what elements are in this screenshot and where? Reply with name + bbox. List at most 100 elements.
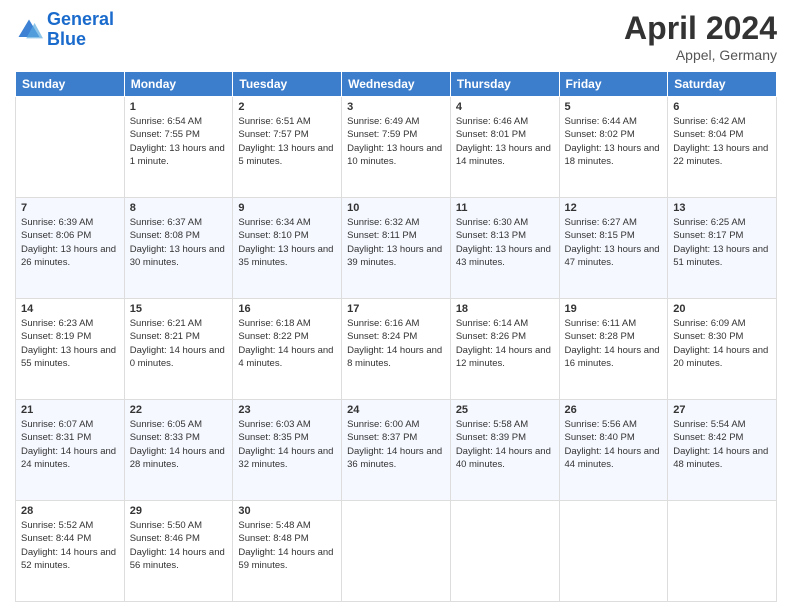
cell-w2-d5: 19 Sunrise: 6:11 AMSunset: 8:28 PMDayligh… <box>559 299 668 400</box>
col-tuesday: Tuesday <box>233 72 342 97</box>
cell-w4-d1: 29Sunrise: 5:50 AMSunset: 8:46 PMDayligh… <box>124 501 233 602</box>
cell-w3-d1: 22Sunrise: 6:05 AMSunset: 8:33 PMDayligh… <box>124 400 233 501</box>
col-monday: Monday <box>124 72 233 97</box>
cell-w4-d3 <box>342 501 451 602</box>
day-info-10: Sunrise: 6:32 AMSunset: 8:11 PMDaylight:… <box>347 216 445 269</box>
day-info-25: Sunrise: 5:58 AMSunset: 8:39 PMDaylight:… <box>456 418 554 471</box>
day-number-4: 4 <box>456 101 554 113</box>
day-info-22: Sunrise: 6:05 AMSunset: 8:33 PMDaylight:… <box>130 418 228 471</box>
day-info-13: Sunrise: 6:25 AMSunset: 8:17 PMDaylight:… <box>673 216 771 269</box>
day-info-16: Sunrise: 6:18 AMSunset: 8:22 PMDaylight:… <box>238 317 336 370</box>
day-info-12: Sunrise: 6:27 AMSunset: 8:15 PMDaylight:… <box>565 216 663 269</box>
cell-w2-d2: 16Sunrise: 6:18 AMSunset: 8:22 PMDayligh… <box>233 299 342 400</box>
cell-w0-d5: 5 Sunrise: 6:44 AMSunset: 8:02 PMDaylight… <box>559 97 668 198</box>
cell-w1-d3: 10Sunrise: 6:32 AMSunset: 8:11 PMDayligh… <box>342 198 451 299</box>
day-number-5: 5 <box>565 101 663 113</box>
cell-w2-d4: 18 Sunrise: 6:14 AMSunset: 8:26 PMDayligh… <box>450 299 559 400</box>
day-info-23: Sunrise: 6:03 AMSunset: 8:35 PMDaylight:… <box>238 418 336 471</box>
day-number-17: 17 <box>347 303 445 315</box>
cell-w2-d3: 17Sunrise: 6:16 AMSunset: 8:24 PMDayligh… <box>342 299 451 400</box>
cell-w4-d5 <box>559 501 668 602</box>
col-wednesday: Wednesday <box>342 72 451 97</box>
title-block: April 2024 Appel, Germany <box>624 10 777 63</box>
calendar-title: April 2024 <box>624 10 777 47</box>
cell-w0-d1: 1 Sunrise: 6:54 AMSunset: 7:55 PMDaylight… <box>124 97 233 198</box>
week-row-2: 14 Sunrise: 6:23 AMSunset: 8:19 PMDayligh… <box>16 299 777 400</box>
cell-w3-d6: 27Sunrise: 5:54 AMSunset: 8:42 PMDayligh… <box>668 400 777 501</box>
day-number-26: 26 <box>565 404 663 416</box>
day-number-30: 30 <box>238 505 336 517</box>
logo-line2: Blue <box>47 29 86 49</box>
week-row-3: 21Sunrise: 6:07 AMSunset: 8:31 PMDayligh… <box>16 400 777 501</box>
calendar-table: Sunday Monday Tuesday Wednesday Thursday… <box>15 71 777 602</box>
cell-w4-d2: 30 Sunrise: 5:48 AMSunset: 8:48 PMDayligh… <box>233 501 342 602</box>
day-number-23: 23 <box>238 404 336 416</box>
day-info-7: Sunrise: 6:39 AMSunset: 8:06 PMDaylight:… <box>21 216 119 269</box>
day-number-19: 19 <box>565 303 663 315</box>
day-number-3: 3 <box>347 101 445 113</box>
col-saturday: Saturday <box>668 72 777 97</box>
day-info-24: Sunrise: 6:00 AMSunset: 8:37 PMDaylight:… <box>347 418 445 471</box>
logo: General Blue <box>15 10 114 50</box>
cell-w0-d3: 3 Sunrise: 6:49 AMSunset: 7:59 PMDaylight… <box>342 97 451 198</box>
logo-icon <box>15 16 43 44</box>
col-sunday: Sunday <box>16 72 125 97</box>
day-info-3: Sunrise: 6:49 AMSunset: 7:59 PMDaylight:… <box>347 115 445 168</box>
day-info-30: Sunrise: 5:48 AMSunset: 8:48 PMDaylight:… <box>238 519 336 572</box>
logo-line1: General <box>47 9 114 29</box>
calendar-subtitle: Appel, Germany <box>624 47 777 63</box>
week-row-1: 7 Sunrise: 6:39 AMSunset: 8:06 PMDaylight… <box>16 198 777 299</box>
day-info-11: Sunrise: 6:30 AMSunset: 8:13 PMDaylight:… <box>456 216 554 269</box>
week-row-4: 28Sunrise: 5:52 AMSunset: 8:44 PMDayligh… <box>16 501 777 602</box>
cell-w4-d4 <box>450 501 559 602</box>
cell-w1-d2: 9 Sunrise: 6:34 AMSunset: 8:10 PMDaylight… <box>233 198 342 299</box>
day-info-26: Sunrise: 5:56 AMSunset: 8:40 PMDaylight:… <box>565 418 663 471</box>
day-number-20: 20 <box>673 303 771 315</box>
day-info-15: Sunrise: 6:21 AMSunset: 8:21 PMDaylight:… <box>130 317 228 370</box>
day-info-14: Sunrise: 6:23 AMSunset: 8:19 PMDaylight:… <box>21 317 119 370</box>
cell-w0-d0 <box>16 97 125 198</box>
logo-text: General Blue <box>47 10 114 50</box>
cell-w4-d6 <box>668 501 777 602</box>
col-thursday: Thursday <box>450 72 559 97</box>
day-info-6: Sunrise: 6:42 AMSunset: 8:04 PMDaylight:… <box>673 115 771 168</box>
cell-w0-d6: 6Sunrise: 6:42 AMSunset: 8:04 PMDaylight… <box>668 97 777 198</box>
day-info-9: Sunrise: 6:34 AMSunset: 8:10 PMDaylight:… <box>238 216 336 269</box>
cell-w4-d0: 28Sunrise: 5:52 AMSunset: 8:44 PMDayligh… <box>16 501 125 602</box>
day-number-24: 24 <box>347 404 445 416</box>
day-number-7: 7 <box>21 202 119 214</box>
day-info-19: Sunrise: 6:11 AMSunset: 8:28 PMDaylight:… <box>565 317 663 370</box>
day-number-12: 12 <box>565 202 663 214</box>
day-number-21: 21 <box>21 404 119 416</box>
day-number-8: 8 <box>130 202 228 214</box>
day-info-4: Sunrise: 6:46 AMSunset: 8:01 PMDaylight:… <box>456 115 554 168</box>
day-info-18: Sunrise: 6:14 AMSunset: 8:26 PMDaylight:… <box>456 317 554 370</box>
cell-w3-d0: 21Sunrise: 6:07 AMSunset: 8:31 PMDayligh… <box>16 400 125 501</box>
day-number-15: 15 <box>130 303 228 315</box>
day-info-29: Sunrise: 5:50 AMSunset: 8:46 PMDaylight:… <box>130 519 228 572</box>
cell-w2-d0: 14 Sunrise: 6:23 AMSunset: 8:19 PMDayligh… <box>16 299 125 400</box>
week-row-0: 1 Sunrise: 6:54 AMSunset: 7:55 PMDaylight… <box>16 97 777 198</box>
day-number-9: 9 <box>238 202 336 214</box>
cell-w0-d2: 2Sunrise: 6:51 AMSunset: 7:57 PMDaylight… <box>233 97 342 198</box>
page: General Blue April 2024 Appel, Germany S… <box>0 0 792 612</box>
cell-w2-d6: 20 Sunrise: 6:09 AMSunset: 8:30 PMDayligh… <box>668 299 777 400</box>
cell-w3-d2: 23 Sunrise: 6:03 AMSunset: 8:35 PMDayligh… <box>233 400 342 501</box>
day-number-1: 1 <box>130 101 228 113</box>
header: General Blue April 2024 Appel, Germany <box>15 10 777 63</box>
day-info-5: Sunrise: 6:44 AMSunset: 8:02 PMDaylight:… <box>565 115 663 168</box>
day-info-1: Sunrise: 6:54 AMSunset: 7:55 PMDaylight:… <box>130 115 228 168</box>
day-number-11: 11 <box>456 202 554 214</box>
cell-w1-d0: 7 Sunrise: 6:39 AMSunset: 8:06 PMDaylight… <box>16 198 125 299</box>
day-number-27: 27 <box>673 404 771 416</box>
cell-w0-d4: 4 Sunrise: 6:46 AMSunset: 8:01 PMDaylight… <box>450 97 559 198</box>
cell-w1-d5: 12 Sunrise: 6:27 AMSunset: 8:15 PMDayligh… <box>559 198 668 299</box>
col-friday: Friday <box>559 72 668 97</box>
day-number-14: 14 <box>21 303 119 315</box>
day-info-2: Sunrise: 6:51 AMSunset: 7:57 PMDaylight:… <box>238 115 336 168</box>
cell-w3-d3: 24 Sunrise: 6:00 AMSunset: 8:37 PMDayligh… <box>342 400 451 501</box>
day-number-28: 28 <box>21 505 119 517</box>
day-info-20: Sunrise: 6:09 AMSunset: 8:30 PMDaylight:… <box>673 317 771 370</box>
cell-w1-d1: 8Sunrise: 6:37 AMSunset: 8:08 PMDaylight… <box>124 198 233 299</box>
day-number-18: 18 <box>456 303 554 315</box>
